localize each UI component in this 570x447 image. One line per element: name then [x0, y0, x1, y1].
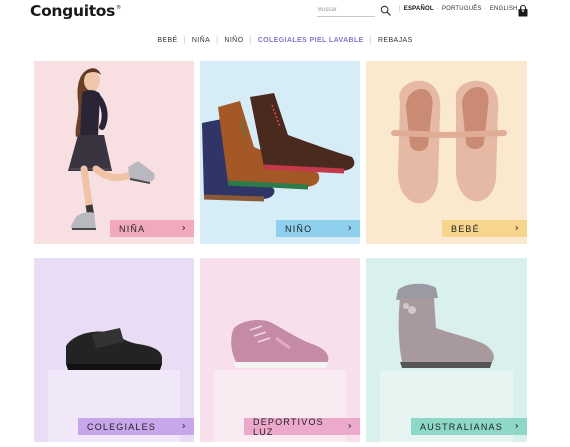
lang-portugues[interactable]: PORTUGUÊS: [442, 6, 482, 12]
main-nav: BEBÉ | NIÑA | NIÑO | COLEGIALES PIEL LAV…: [0, 33, 570, 47]
chevron-right-icon: ›: [514, 223, 520, 234]
category-button-australianas[interactable]: AUSTRALIANAS ›: [411, 418, 527, 435]
category-label: NIÑA: [119, 223, 146, 234]
category-label: COLEGIALES: [87, 421, 157, 432]
category-button-deportivos-luz[interactable]: DEPORTIVOS LUZ ›: [244, 416, 360, 437]
category-tile-colegiales[interactable]: COLEGIALES ›: [34, 258, 194, 442]
lang-espanol[interactable]: ESPAÑOL: [404, 6, 434, 12]
category-button-nina[interactable]: NIÑA ›: [110, 220, 194, 237]
category-label: DEPORTIVOS LUZ: [253, 416, 324, 437]
school-shoe-photo: [66, 328, 162, 370]
search-input[interactable]: [317, 5, 375, 17]
category-tile-bebe[interactable]: BEBÉ ›: [366, 61, 527, 244]
brand-logo[interactable]: Conguitos®: [30, 2, 121, 20]
category-tile-australianas[interactable]: AUSTRALIANAS ›: [366, 258, 527, 442]
boys-desert-boots-photo: [202, 93, 355, 202]
divider: |: [399, 6, 401, 12]
divider: ·: [436, 6, 439, 12]
category-button-bebe[interactable]: BEBÉ ›: [442, 220, 527, 237]
nav-item-colegiales-piel-lavable[interactable]: COLEGIALES PIEL LAVABLE: [252, 37, 370, 44]
lang-english[interactable]: ENGLISH: [490, 6, 518, 12]
chevron-right-icon: ›: [181, 421, 187, 432]
nav-item-bebe[interactable]: BEBÉ: [151, 37, 183, 44]
cart-button[interactable]: 0: [517, 4, 529, 17]
brand-logo-text: Conguitos: [30, 2, 116, 20]
search-icon[interactable]: [380, 5, 391, 16]
category-label: NIÑO: [285, 223, 313, 234]
registered-mark: ®: [116, 5, 121, 11]
nav-item-rebajas[interactable]: REBAJAS: [372, 37, 419, 44]
nav-item-nino[interactable]: NIÑO: [218, 37, 249, 44]
category-label: AUSTRALIANAS: [420, 421, 503, 432]
cart-count-badge: 0: [521, 8, 525, 14]
chevron-right-icon: ›: [514, 421, 520, 432]
divider: ·: [484, 6, 487, 12]
light-up-sneaker-photo: [231, 320, 329, 368]
baby-glitter-shoes-photo: [391, 80, 507, 204]
category-button-nino[interactable]: NIÑO ›: [276, 220, 360, 237]
glitter-boot-photo: [396, 283, 494, 368]
category-tile-deportivos-luz[interactable]: DEPORTIVOS LUZ ›: [200, 258, 360, 442]
site-header: Conguitos® | ESPAÑOL · PORTUGUÊS · ENGLI…: [0, 0, 570, 26]
category-tile-nino[interactable]: NIÑO ›: [200, 61, 360, 244]
chevron-right-icon: ›: [347, 223, 353, 234]
girl-model-photo: [68, 68, 155, 230]
chevron-right-icon: ›: [181, 223, 187, 234]
nav-item-nina[interactable]: NIÑA: [186, 37, 216, 44]
category-button-colegiales[interactable]: COLEGIALES ›: [78, 418, 194, 435]
language-switcher: | ESPAÑOL · PORTUGUÊS · ENGLISH |: [396, 6, 525, 12]
category-tile-nina[interactable]: NIÑA ›: [34, 61, 194, 244]
chevron-right-icon: ›: [347, 421, 353, 432]
category-label: BEBÉ: [451, 223, 480, 234]
